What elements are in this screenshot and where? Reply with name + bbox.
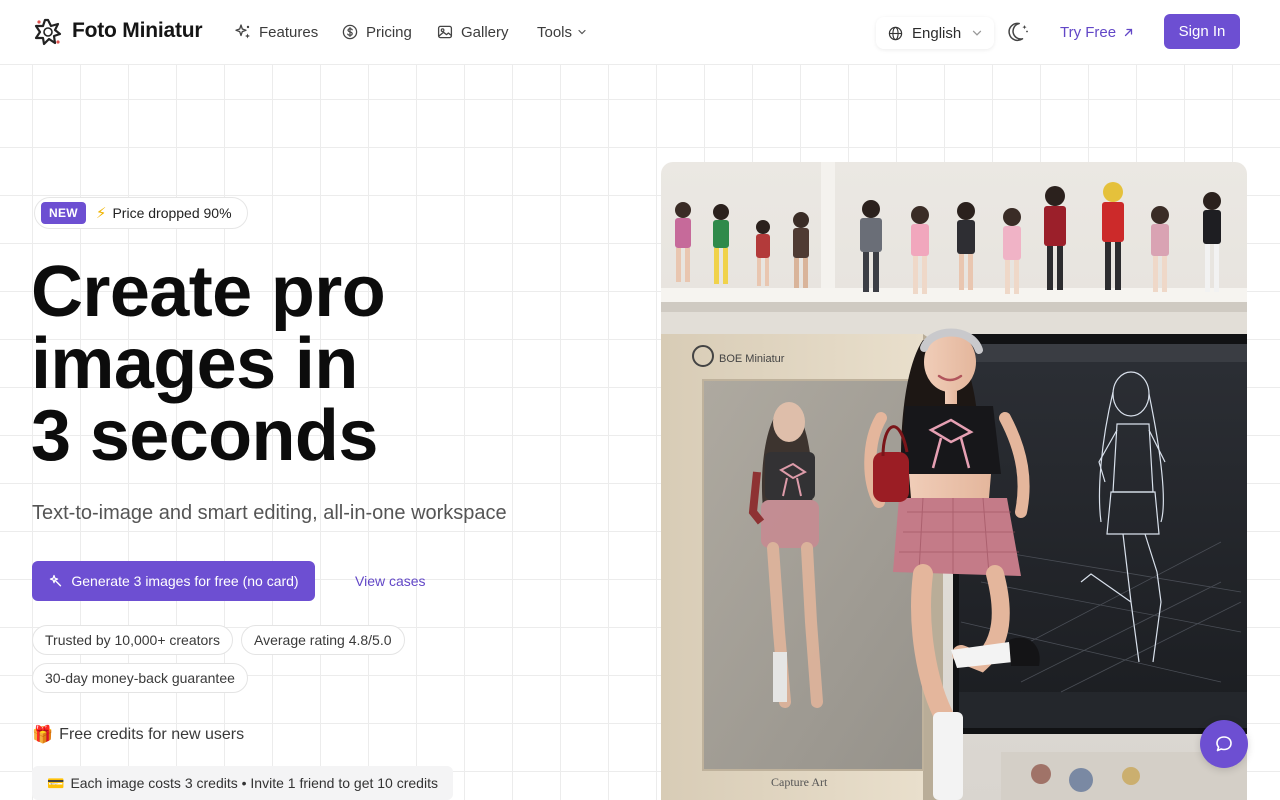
- try-free-label: Try Free: [1060, 23, 1117, 41]
- hero-showcase-image: BOE Miniatur Capture Art: [661, 162, 1247, 800]
- nav-pricing[interactable]: Pricing: [342, 23, 412, 41]
- image-icon: [437, 25, 453, 39]
- figurine-photo: BOE Miniatur Capture Art: [661, 162, 1247, 800]
- chat-bubble-icon: [1216, 736, 1232, 752]
- chevron-down-icon: [578, 29, 586, 35]
- hero-title-line: 3 seconds: [31, 396, 378, 476]
- rating-chip: Average rating 4.8/5.0: [241, 625, 405, 655]
- hero-title: Create pro images in 3 seconds: [31, 256, 591, 472]
- logo-icon[interactable]: [34, 18, 62, 46]
- credits-info-text: Each image costs 3 credits • Invite 1 fr…: [70, 775, 438, 791]
- sparkles-icon: [235, 24, 250, 39]
- new-tag: NEW: [41, 202, 86, 224]
- dollar-circle-icon: [342, 24, 358, 40]
- nav-pricing-label: Pricing: [366, 23, 412, 41]
- chat-support-button[interactable]: [1200, 720, 1248, 768]
- credit-card-icon: 💳: [47, 774, 65, 791]
- chevron-down-icon: [973, 30, 982, 36]
- nav-tools-label: Tools: [537, 23, 573, 41]
- nav-gallery-label: Gallery: [461, 23, 509, 41]
- hero-title-line: images in: [31, 324, 358, 404]
- credits-info-box: 💳 Each image costs 3 credits • Invite 1 …: [32, 766, 453, 800]
- moon-icon[interactable]: [1006, 20, 1030, 44]
- nav-gallery[interactable]: Gallery: [437, 23, 509, 41]
- lightning-icon: ⚡: [95, 205, 107, 222]
- language-label: English: [912, 24, 962, 42]
- top-navbar: Foto Miniatur Features Pricing Gallery T…: [0, 0, 1280, 65]
- gift-icon: 🎁: [32, 725, 54, 744]
- guarantee-chip: 30-day money-back guarantee: [32, 663, 248, 693]
- generate-free-label: Generate 3 images for free (no card): [71, 573, 299, 589]
- trust-chip: Trusted by 10,000+ creators: [32, 625, 233, 655]
- generate-free-button[interactable]: Generate 3 images for free (no card): [32, 561, 315, 601]
- globe-icon: [888, 26, 903, 40]
- box-brand-text: BOE Miniatur: [719, 353, 785, 365]
- free-credits-label: Free credits for new users: [59, 726, 245, 743]
- nav-features-label: Features: [259, 23, 319, 41]
- free-credits-note: 🎁 Free credits for new users: [32, 725, 244, 745]
- hero-subtitle: Text-to-image and smart editing, all-in-…: [32, 502, 507, 524]
- hero-title-line: Create pro: [31, 252, 386, 332]
- nav-tools[interactable]: Tools: [537, 23, 587, 41]
- box-footer-text: Capture Art: [771, 775, 828, 789]
- arrow-up-right-icon: [1124, 28, 1133, 36]
- sign-in-button[interactable]: Sign In: [1164, 14, 1240, 49]
- announcement-badge[interactable]: NEW ⚡ Price dropped 90%: [34, 197, 248, 229]
- language-select[interactable]: English: [876, 17, 994, 49]
- brand-name[interactable]: Foto Miniatur: [72, 19, 203, 43]
- magic-wand-icon: [50, 574, 62, 587]
- view-cases-link[interactable]: View cases: [355, 573, 426, 589]
- try-free-link[interactable]: Try Free: [1060, 23, 1134, 41]
- nav-features[interactable]: Features: [235, 23, 318, 41]
- badge-text: Price dropped 90%: [112, 205, 232, 221]
